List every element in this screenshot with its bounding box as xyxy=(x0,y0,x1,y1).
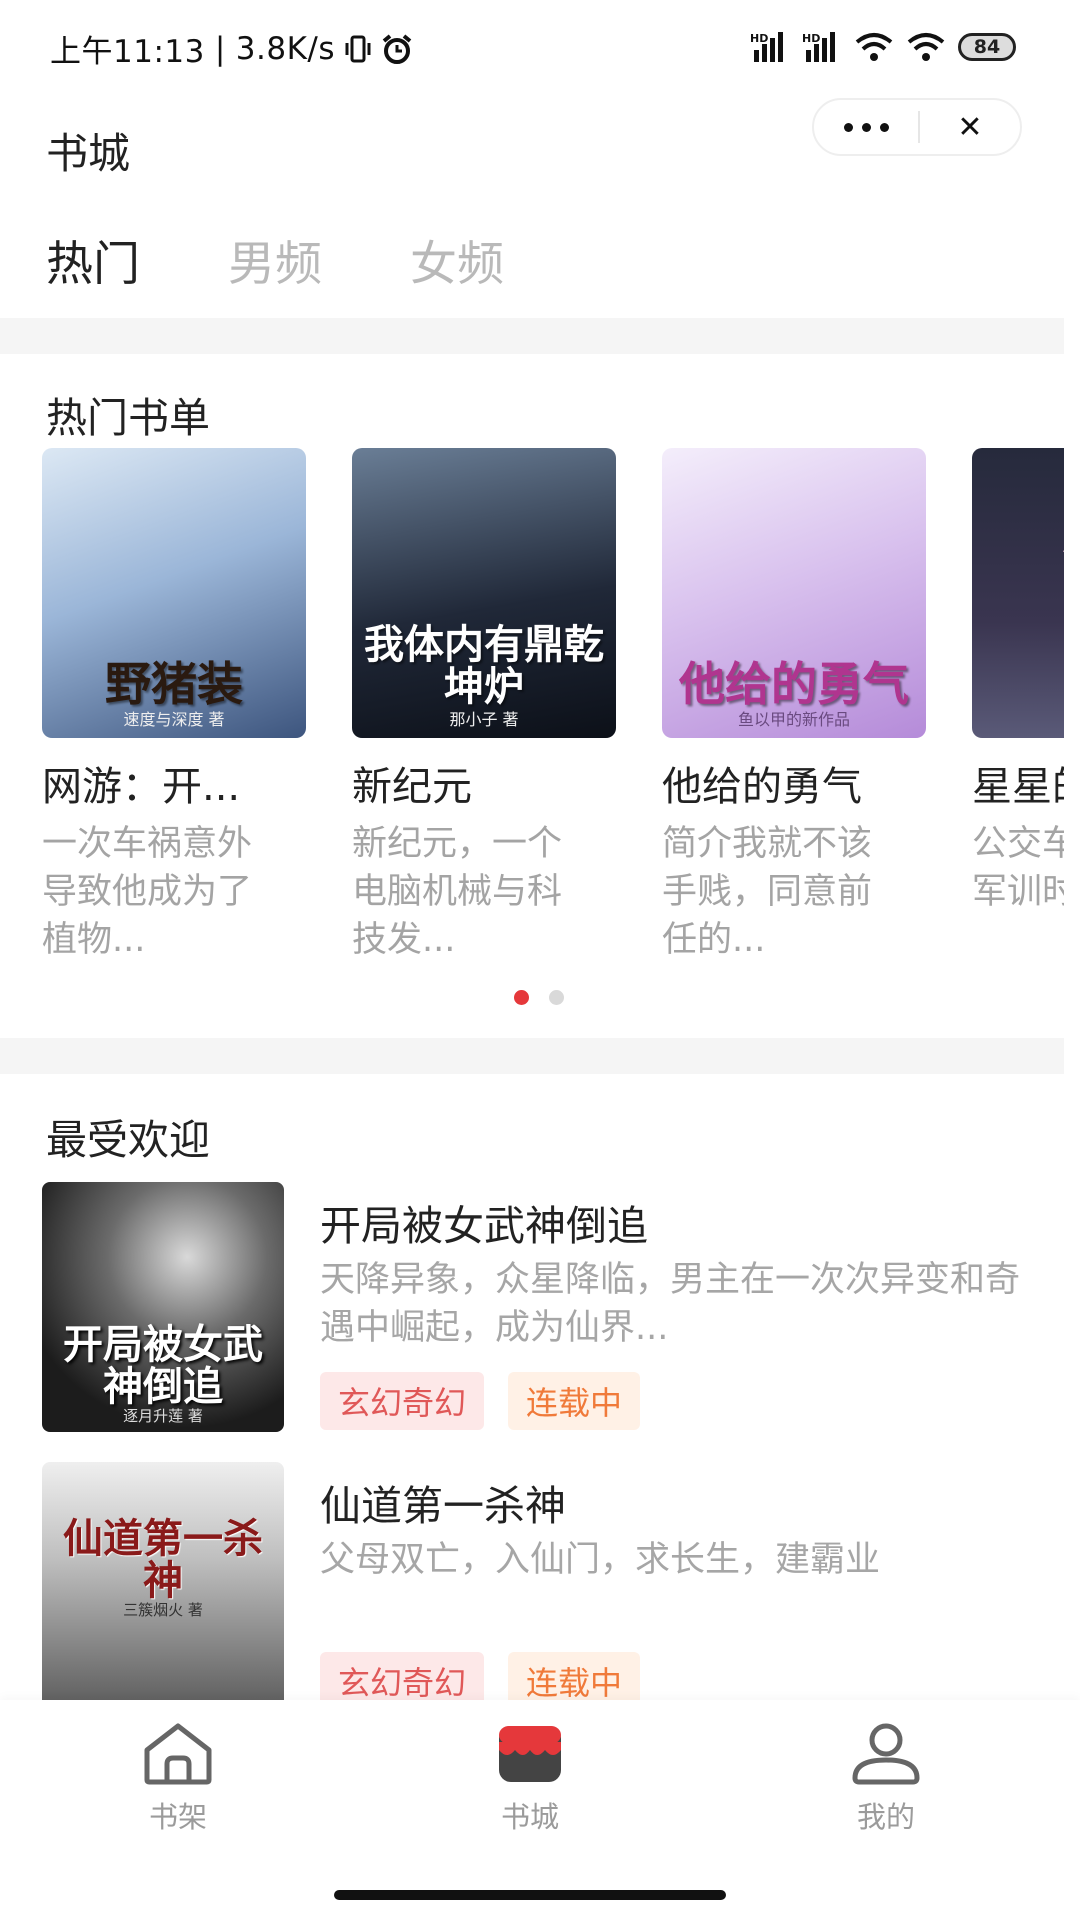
carousel-pagination xyxy=(514,990,564,1005)
nav-bookshelf[interactable]: 书架 xyxy=(88,1720,268,1836)
home-indicator[interactable] xyxy=(334,1890,726,1900)
hot-list-carousel[interactable]: 野猪装 速度与深度 著 网游：开... 一次车祸意外导致他成为了植物... 我体… xyxy=(42,448,1064,968)
status-bar: 上午11:13 | 3.8K/s HD HD 84 xyxy=(0,0,1080,100)
cover-title: 开局被女武神倒追 xyxy=(63,1321,263,1410)
battery-indicator: 84 xyxy=(958,33,1016,61)
nav-mine[interactable]: 我的 xyxy=(796,1720,976,1836)
nav-label: 书城 xyxy=(500,1800,559,1834)
status-tag: 连载中 xyxy=(508,1652,641,1700)
signal-icon: HD xyxy=(750,32,783,62)
hot-book-card[interactable]: 我体内有鼎乾坤炉 那小子 著 新纪元 新纪元，一个电脑机械与科技发... xyxy=(352,448,616,964)
category-tabs: 热门 男频 女频 xyxy=(46,225,504,294)
cover-author: 那小子 著 xyxy=(449,710,519,729)
genre-tag: 玄幻奇幻 xyxy=(320,1372,485,1430)
popular-list-item[interactable]: 仙道第一杀神 三簇烟火 著 仙道第一杀神 父母双亡，入仙门，求长生，建霸业 玄幻… xyxy=(42,1462,1032,1700)
cover-title: 他给的勇气 xyxy=(679,656,909,711)
popular-list-item[interactable]: 开局被女武神倒追 逐月升莲 著 开局被女武神倒追 天降异象，众星降临，男主在一次… xyxy=(42,1182,1032,1432)
tag-group: 玄幻奇幻 连载中 xyxy=(320,1652,641,1700)
book-description: 简介我就不该手贱，同意前任的... xyxy=(662,824,873,960)
close-button[interactable]: ✕ xyxy=(920,110,1020,145)
popular-title: 最受欢迎 xyxy=(46,1116,210,1164)
miniapp-capsule: ✕ xyxy=(812,98,1022,156)
book-name: 网游：开... xyxy=(42,764,241,810)
book-title: 开局被女武神倒追 xyxy=(320,1202,648,1250)
book-cover: 野猪装 速度与深度 著 xyxy=(42,448,306,738)
tag-group: 玄幻奇幻 连载中 xyxy=(320,1372,641,1430)
cover-author: 鱼以甲的新作品 xyxy=(737,710,850,729)
book-cover: 我体内有鼎乾坤炉 那小子 著 xyxy=(352,448,616,738)
status-left: 上午11:13 | 3.8K/s xyxy=(50,26,413,71)
tab-hot[interactable]: 热门 xyxy=(46,225,140,294)
more-dot-icon xyxy=(861,122,871,132)
book-cover: 仙道第一杀神 三簇烟火 著 xyxy=(42,1462,284,1700)
hot-list-title: 热门书单 xyxy=(46,394,210,442)
section-divider xyxy=(0,1038,1064,1074)
book-cover: 他给的勇气 鱼以甲的新作品 xyxy=(662,448,926,738)
more-menu-button[interactable] xyxy=(814,100,918,154)
svg-text:HD: HD xyxy=(802,32,820,45)
bookshelf-icon xyxy=(144,1723,212,1785)
book-description: 天降异象，众星降临，男主在一次次异变和奇遇中崛起，成为仙界... xyxy=(320,1260,1021,1348)
book-name: 他给的勇气 xyxy=(662,764,862,810)
genre-tag: 玄幻奇幻 xyxy=(320,1652,485,1700)
more-dot-icon xyxy=(879,122,889,132)
tab-female[interactable]: 女频 xyxy=(410,225,504,294)
hot-book-card[interactable]: 他给的勇气 鱼以甲的新作品 他给的勇气 简介我就不该手贱，同意前任的... xyxy=(662,448,926,964)
user-icon xyxy=(852,1723,920,1785)
section-divider xyxy=(0,318,1064,354)
vibrate-icon xyxy=(345,35,371,62)
status-time: 上午11:13 xyxy=(50,34,205,70)
page-title: 书城 xyxy=(46,129,131,178)
svg-text:HD: HD xyxy=(750,32,768,45)
cover-author: 清鸢 xyxy=(972,564,1064,588)
book-description: 新纪元，一个电脑机械与科技发... xyxy=(352,824,563,960)
book-title: 仙道第一杀神 xyxy=(320,1482,566,1530)
nav-bookstore[interactable]: 书城 xyxy=(440,1720,620,1836)
page-dot-active[interactable] xyxy=(514,990,529,1005)
store-icon xyxy=(499,1726,561,1782)
signal-icon-2: HD xyxy=(802,32,835,62)
network-speed: 3.8K/s xyxy=(235,30,336,67)
status-tag: 连载中 xyxy=(508,1372,641,1430)
book-name: 星星的 xyxy=(972,764,1064,810)
cover-title: 仙道第一杀神 xyxy=(63,1515,263,1604)
nav-label: 我的 xyxy=(856,1800,915,1834)
bottom-navigation: 书架 书城 我的 xyxy=(0,1700,1080,1920)
tab-male[interactable]: 男频 xyxy=(228,225,322,294)
book-name: 新纪元 xyxy=(352,764,472,810)
book-cover: 开局被女武神倒追 逐月升莲 著 xyxy=(42,1182,284,1432)
book-description: 公交车惊鸿一军训时 xyxy=(972,824,1064,912)
alarm-icon xyxy=(382,33,412,64)
cover-title: 野猪装 xyxy=(105,656,243,711)
cover-title: 星星 xyxy=(980,523,1064,568)
wifi-icon-2 xyxy=(907,33,945,61)
status-separator: | xyxy=(214,30,226,67)
cover-author: 三簇烟火 著 xyxy=(123,1601,203,1619)
cover-author: 速度与深度 著 xyxy=(123,710,225,729)
book-description: 一次车祸意外导致他成为了植物... xyxy=(42,824,253,960)
cover-author: 逐月升莲 著 xyxy=(123,1407,203,1425)
hot-book-card[interactable]: 野猪装 速度与深度 著 网游：开... 一次车祸意外导致他成为了植物... xyxy=(42,448,306,964)
cover-title: 我体内有鼎乾坤炉 xyxy=(364,621,604,710)
hot-book-card[interactable]: 星星 清鸢 星星的 公交车惊鸿一军训时 xyxy=(972,448,1064,964)
page-dot[interactable] xyxy=(549,990,564,1005)
book-description: 父母双亡，入仙门，求长生，建霸业 xyxy=(320,1540,881,1580)
book-cover: 星星 清鸢 xyxy=(972,448,1064,738)
status-right: HD HD 84 xyxy=(750,30,1016,64)
nav-label: 书架 xyxy=(148,1800,207,1834)
more-dot-icon xyxy=(843,122,853,132)
wifi-icon xyxy=(855,33,893,61)
